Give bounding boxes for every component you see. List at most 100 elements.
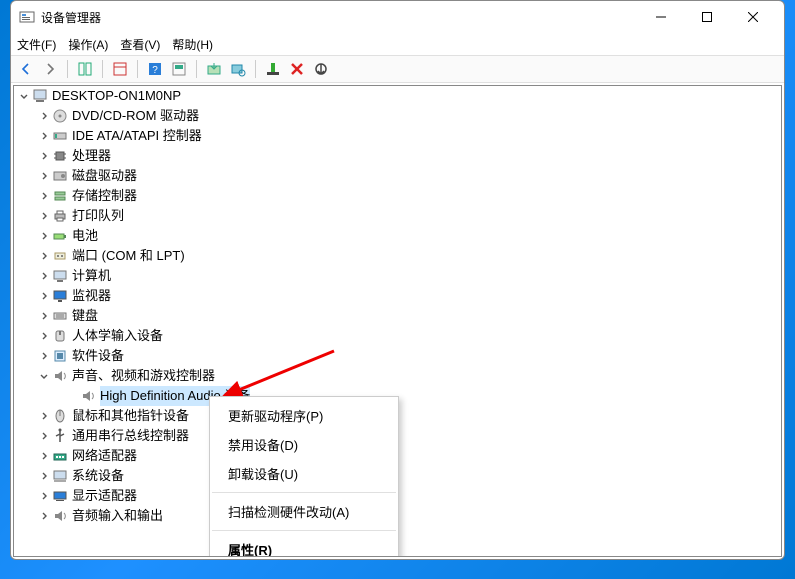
toolbar: ? — [11, 55, 784, 83]
expand-chevron-icon[interactable] — [38, 350, 50, 362]
expand-chevron-icon[interactable] — [38, 410, 50, 422]
nav-forward-button[interactable] — [39, 58, 61, 80]
tree-category[interactable]: 端口 (COM 和 LPT) — [14, 246, 781, 266]
expand-chevron-icon[interactable] — [38, 110, 50, 122]
tree-category-label: 软件设备 — [72, 346, 124, 366]
tree-root[interactable]: DESKTOP-ON1M0NP — [14, 86, 781, 106]
tree-category[interactable]: 电池 — [14, 226, 781, 246]
expand-chevron-icon[interactable] — [38, 210, 50, 222]
usb-icon — [52, 428, 68, 444]
menu-help[interactable]: 帮助(H) — [172, 36, 213, 53]
keyboard-icon — [52, 308, 68, 324]
system-icon — [52, 468, 68, 484]
scan-hardware-button[interactable] — [227, 58, 249, 80]
tree-category[interactable]: IDE ATA/ATAPI 控制器 — [14, 126, 781, 146]
ctx-uninstall-device[interactable]: 卸载设备(U) — [210, 459, 398, 488]
expand-chevron-icon[interactable] — [38, 310, 50, 322]
tree-category-label: 通用串行总线控制器 — [72, 426, 189, 446]
svg-text:?: ? — [152, 65, 158, 76]
printer-icon — [52, 208, 68, 224]
minimize-button[interactable] — [638, 2, 684, 32]
expand-chevron-icon[interactable] — [38, 450, 50, 462]
expand-chevron-icon[interactable] — [38, 270, 50, 282]
disk-icon — [52, 168, 68, 184]
titlebar: 设备管理器 — [11, 1, 784, 33]
expand-chevron-icon[interactable] — [38, 290, 50, 302]
close-button[interactable] — [730, 2, 776, 32]
help-button[interactable]: ? — [144, 58, 166, 80]
port-icon — [52, 248, 68, 264]
menubar: 文件(F) 操作(A) 查看(V) 帮助(H) — [11, 33, 784, 55]
tree-category[interactable]: 打印队列 — [14, 206, 781, 226]
expand-chevron-icon[interactable] — [38, 510, 50, 522]
menu-view[interactable]: 查看(V) — [120, 36, 160, 53]
expand-chevron-icon[interactable] — [38, 170, 50, 182]
ctx-update-driver[interactable]: 更新驱动程序(P) — [210, 401, 398, 430]
ctx-separator — [212, 530, 396, 531]
computer-icon — [52, 268, 68, 284]
tree-category[interactable]: 存储控制器 — [14, 186, 781, 206]
computer-icon — [32, 88, 48, 104]
tree-root-label: DESKTOP-ON1M0NP — [52, 86, 181, 106]
nav-back-button[interactable] — [15, 58, 37, 80]
tree-category-label: 打印队列 — [72, 206, 124, 226]
tree-category-label: DVD/CD-ROM 驱动器 — [72, 106, 199, 126]
device-tree[interactable]: DESKTOP-ON1M0NPDVD/CD-ROM 驱动器IDE ATA/ATA… — [13, 85, 782, 557]
tree-category[interactable]: 声音、视频和游戏控制器 — [14, 366, 781, 386]
tree-category[interactable]: 软件设备 — [14, 346, 781, 366]
expand-chevron-icon[interactable] — [38, 130, 50, 142]
properties-button[interactable] — [109, 58, 131, 80]
tree-category[interactable]: 处理器 — [14, 146, 781, 166]
tree-category[interactable]: 磁盘驱动器 — [14, 166, 781, 186]
expand-chevron-icon[interactable] — [38, 370, 50, 382]
expand-chevron-icon[interactable] — [18, 90, 30, 102]
ctx-separator — [212, 492, 396, 493]
maximize-button[interactable] — [684, 2, 730, 32]
tree-category[interactable]: DVD/CD-ROM 驱动器 — [14, 106, 781, 126]
expand-chevron-icon[interactable] — [38, 230, 50, 242]
window-title: 设备管理器 — [41, 9, 101, 26]
device-manager-window: 设备管理器 文件(F) 操作(A) 查看(V) 帮助(H) ? DESKTOP-… — [10, 0, 785, 560]
tree-category[interactable]: 监视器 — [14, 286, 781, 306]
ctx-scan-hardware[interactable]: 扫描检测硬件改动(A) — [210, 497, 398, 526]
software-icon — [52, 348, 68, 364]
expand-chevron-icon[interactable] — [38, 330, 50, 342]
app-icon — [19, 9, 35, 25]
disable-device-button[interactable] — [310, 58, 332, 80]
ctx-properties[interactable]: 属性(R) — [210, 535, 398, 557]
tree-category-label: 端口 (COM 和 LPT) — [72, 246, 185, 266]
display-icon — [52, 488, 68, 504]
expand-chevron-icon[interactable] — [38, 430, 50, 442]
tree-category-label: 电池 — [72, 226, 98, 246]
expand-chevron-icon[interactable] — [38, 190, 50, 202]
expand-chevron-icon[interactable] — [38, 490, 50, 502]
audio-icon — [52, 368, 68, 384]
context-menu: 更新驱动程序(P) 禁用设备(D) 卸载设备(U) 扫描检测硬件改动(A) 属性… — [209, 396, 399, 557]
menu-action[interactable]: 操作(A) — [68, 36, 108, 53]
uninstall-device-button[interactable] — [286, 58, 308, 80]
show-hide-tree-button[interactable] — [74, 58, 96, 80]
expand-chevron-icon[interactable] — [38, 470, 50, 482]
expand-chevron-icon[interactable] — [38, 250, 50, 262]
update-driver-button[interactable] — [203, 58, 225, 80]
enable-device-button[interactable] — [262, 58, 284, 80]
tree-category-label: 人体学输入设备 — [72, 326, 163, 346]
tree-category-label: 存储控制器 — [72, 186, 137, 206]
menu-file[interactable]: 文件(F) — [17, 36, 56, 53]
expand-chevron-icon[interactable] — [38, 150, 50, 162]
tree-category[interactable]: 计算机 — [14, 266, 781, 286]
audio-icon — [52, 508, 68, 524]
audio-icon — [80, 388, 96, 404]
tree-category-label: 网络适配器 — [72, 446, 137, 466]
tree-category[interactable]: 人体学输入设备 — [14, 326, 781, 346]
tree-category-label: 系统设备 — [72, 466, 124, 486]
ctx-disable-device[interactable]: 禁用设备(D) — [210, 430, 398, 459]
tree-category-label: 磁盘驱动器 — [72, 166, 137, 186]
tree-category[interactable]: 键盘 — [14, 306, 781, 326]
ide-icon — [52, 128, 68, 144]
tree-category-label: 声音、视频和游戏控制器 — [72, 366, 215, 386]
hid-icon — [52, 328, 68, 344]
tree-category-label: IDE ATA/ATAPI 控制器 — [72, 126, 202, 146]
tree-category-label: 显示适配器 — [72, 486, 137, 506]
toolbar-icon-1[interactable] — [168, 58, 190, 80]
